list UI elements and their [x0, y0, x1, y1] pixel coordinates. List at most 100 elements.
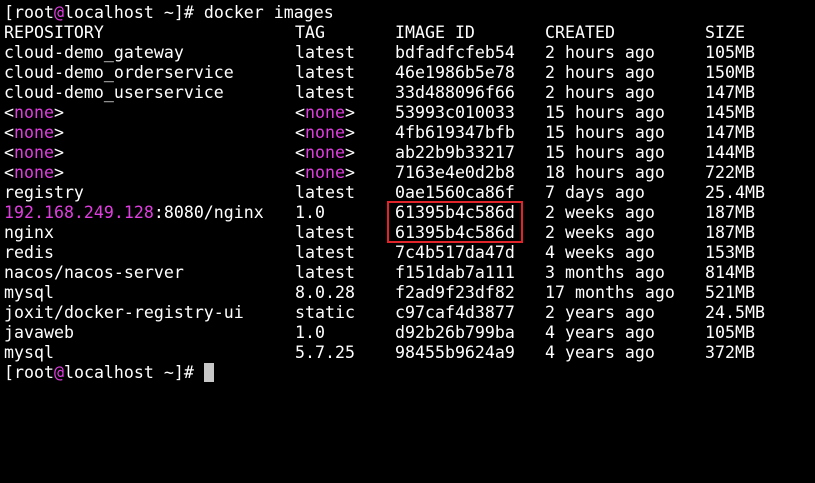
- cell-repository: cloud-demo_userservice: [4, 83, 224, 102]
- repository-ip: 192.168.249.128: [4, 203, 154, 222]
- cell-repository: redis: [4, 243, 54, 262]
- table-row: cloud-demo_gateway latest bdfadfcfeb54 2…: [0, 43, 815, 63]
- text-cursor[interactable]: [203, 363, 214, 382]
- table-row: redis latest 7c4b517da47d 4 weeks ago 15…: [0, 243, 815, 263]
- none-open: <: [295, 103, 305, 122]
- header-tag: TAG: [295, 23, 325, 42]
- cell-repository: cloud-demo_orderservice: [4, 63, 234, 82]
- table-row: mysql 8.0.28 f2ad9f23df82 17 months ago …: [0, 283, 815, 303]
- cell-tag: latest: [295, 183, 355, 202]
- none-close: >: [344, 163, 355, 182]
- none-close: >: [53, 143, 64, 162]
- none-label: none: [305, 123, 345, 142]
- cell-image-id: f151dab7a111: [395, 263, 515, 282]
- none-close: >: [53, 163, 64, 182]
- cell-created: 2 hours ago: [545, 63, 655, 82]
- prompt-user: root: [14, 363, 54, 382]
- cell-tag: <none>: [295, 163, 355, 183]
- cell-tag: latest: [295, 223, 355, 242]
- cell-created: 2 weeks ago: [545, 223, 655, 242]
- prompt-open-bracket: [: [4, 363, 14, 382]
- header-created: CREATED: [545, 23, 615, 42]
- cell-created: 2 weeks ago: [545, 203, 655, 222]
- cell-created: 4 years ago: [545, 323, 655, 342]
- cell-created: 3 months ago: [545, 263, 665, 282]
- table-row: javaweb 1.0 d92b26b799ba 4 years ago 105…: [0, 323, 815, 343]
- none-open: <: [4, 123, 14, 142]
- none-open: <: [4, 143, 14, 162]
- table-row: cloud-demo_orderservice latest 46e1986b5…: [0, 63, 815, 83]
- cell-size: 25.4MB: [705, 183, 765, 202]
- cell-repository: nginx: [4, 223, 54, 242]
- cell-repository: cloud-demo_gateway: [4, 43, 184, 62]
- none-open: <: [4, 163, 14, 182]
- cell-size: 105MB: [705, 43, 755, 62]
- none-label: none: [305, 103, 345, 122]
- table-row: <none> <none> 53993c010033 15 hours ago …: [0, 103, 815, 123]
- duplicate-image-id-highlight: [387, 201, 523, 243]
- cell-created: 15 hours ago: [545, 103, 665, 122]
- none-label: none: [14, 143, 54, 162]
- cell-image-id: 33d488096f66: [395, 83, 515, 102]
- cell-tag: 1.0: [295, 323, 325, 342]
- terminal-window[interactable]: [root@localhost ~]# docker images REPOSI…: [0, 0, 815, 400]
- cell-tag: 8.0.28: [295, 283, 355, 302]
- cell-repository: mysql: [4, 343, 54, 362]
- cell-repository: javaweb: [4, 323, 74, 342]
- command-prompt-line: [root@localhost ~]# docker images: [4, 3, 334, 23]
- none-open: <: [295, 123, 305, 142]
- cell-size: 187MB: [705, 203, 755, 222]
- none-label: none: [14, 103, 54, 122]
- cell-image-id: 0ae1560ca86f: [395, 183, 515, 202]
- cell-repository: <none>: [4, 163, 64, 183]
- prompt-at-sign: @: [53, 3, 64, 22]
- none-open: <: [4, 103, 14, 122]
- none-label: none: [14, 123, 54, 142]
- table-row: <none> <none> 4fb619347bfb 15 hours ago …: [0, 123, 815, 143]
- header-size: SIZE: [705, 23, 745, 42]
- cell-image-id: 7163e4e0d2b8: [395, 163, 515, 182]
- none-label: none: [305, 163, 345, 182]
- cell-image-id: 4fb619347bfb: [395, 123, 515, 142]
- cell-size: 814MB: [705, 263, 755, 282]
- table-row: <none> <none> ab22b9b33217 15 hours ago …: [0, 143, 815, 163]
- none-open: <: [295, 143, 305, 162]
- cell-repository: nacos/nacos-server: [4, 263, 184, 282]
- none-open: <: [295, 163, 305, 182]
- cell-tag: latest: [295, 63, 355, 82]
- cell-size: 153MB: [705, 243, 755, 262]
- prompt-rest: ~]#: [153, 3, 204, 22]
- cell-tag: 1.0: [295, 203, 325, 222]
- cell-image-id: 7c4b517da47d: [395, 243, 515, 262]
- cell-created: 17 months ago: [545, 283, 675, 302]
- cell-size: 150MB: [705, 63, 755, 82]
- cell-created: 4 years ago: [545, 343, 655, 362]
- cell-repository: <none>: [4, 123, 64, 143]
- cell-tag: <none>: [295, 103, 355, 123]
- cell-created: 4 weeks ago: [545, 243, 655, 262]
- cell-image-id: c97caf4d3877: [395, 303, 515, 322]
- cell-size: 372MB: [705, 343, 755, 362]
- cell-tag: latest: [295, 263, 355, 282]
- cell-size: 147MB: [705, 83, 755, 102]
- cell-repository: mysql: [4, 283, 54, 302]
- table-row: mysql 5.7.25 98455b9624a9 4 years ago 37…: [0, 343, 815, 363]
- cell-tag: latest: [295, 243, 355, 262]
- cell-size: 24.5MB: [705, 303, 765, 322]
- cell-created: 7 days ago: [545, 183, 645, 202]
- cell-created: 15 hours ago: [545, 123, 665, 142]
- prompt-user: root: [14, 3, 54, 22]
- cell-created: 18 hours ago: [545, 163, 665, 182]
- cell-repository: registry: [4, 183, 84, 202]
- cell-image-id: f2ad9f23df82: [395, 283, 515, 302]
- cell-size: 145MB: [705, 103, 755, 122]
- table-row: nacos/nacos-server latest f151dab7a111 3…: [0, 263, 815, 283]
- cell-repository: <none>: [4, 103, 64, 123]
- none-close: >: [344, 123, 355, 142]
- cell-created: 2 hours ago: [545, 83, 655, 102]
- cell-repository: joxit/docker-registry-ui: [4, 303, 244, 322]
- table-row: <none> <none> 7163e4e0d2b8 18 hours ago …: [0, 163, 815, 183]
- cell-image-id: 46e1986b5e78: [395, 63, 515, 82]
- header-repository: REPOSITORY: [4, 23, 104, 42]
- active-prompt-line[interactable]: [root@localhost ~]#: [4, 363, 214, 383]
